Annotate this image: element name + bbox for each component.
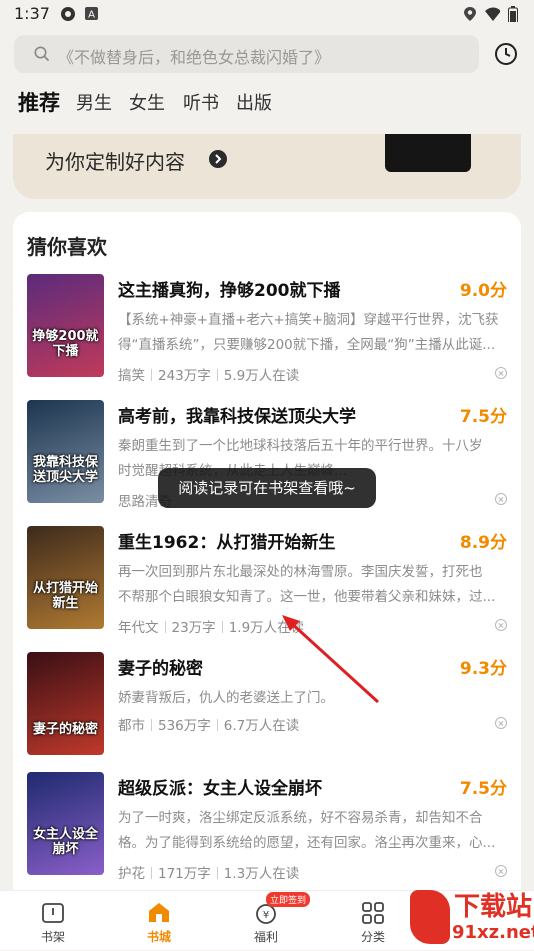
watermark: 下载站 91xz.net <box>408 884 534 950</box>
desc-line: 秦朗重生到了一个比地球科技落后五十年的平行世界。十八岁 <box>118 438 483 454</box>
cover-title: 我靠科技保送顶尖大学 <box>32 455 98 485</box>
a-icon: A <box>85 7 98 21</box>
tab-publish[interactable]: 出版 <box>236 89 272 115</box>
app-icon <box>61 7 75 21</box>
book-words: 171万字 <box>158 866 211 882</box>
book-genre: 护花 <box>118 866 145 882</box>
book-readers: 6.7万人在读 <box>223 718 300 734</box>
book-words: 243万字 <box>158 368 211 384</box>
battery-icon <box>508 6 518 22</box>
desc-line: 再一次回到那片东北最深处的林海雪原。李国庆发誓，打死也 <box>118 564 483 580</box>
desc-line: 格。为了能得到系统给的愿望，还有回家。洛尘再次重来，心... <box>118 835 496 851</box>
book-meta: 都市 536万字 6.7万人在读 <box>118 714 299 734</box>
book-score: 9.3分 <box>459 659 507 679</box>
book-meta: 护花 171万字 1.3万人在读 <box>118 862 299 882</box>
tab-male[interactable]: 男生 <box>76 89 112 115</box>
nav-label: 福利 <box>253 930 278 944</box>
nav-label: 分类 <box>360 930 385 944</box>
wifi-icon <box>485 7 500 21</box>
book-readers: 1.3万人在读 <box>223 866 300 882</box>
nav-label: 书架 <box>40 930 65 944</box>
svg-text:A: A <box>88 10 95 21</box>
annotation-arrow-icon <box>282 615 380 704</box>
nav-bookshelf[interactable]: 书架 <box>13 891 93 951</box>
book-meta: 搞笑 243万字 5.9万人在读 <box>118 364 299 384</box>
book-words: 536万字 <box>158 718 211 734</box>
watermark-logo-icon <box>410 890 450 944</box>
search-placeholder: 《不做替身后，和绝色女总裁闪婚了》 <box>58 48 331 67</box>
book-title[interactable]: 这主播真狗，挣够200就下播 <box>118 276 341 301</box>
cover-title: 从打猎开始新生 <box>32 581 98 611</box>
status-time: 1:37 <box>14 4 50 23</box>
book-genre: 搞笑 <box>118 368 145 384</box>
book-description: 【系统+神豪+直播+老六+搞笑+脑洞】穿越平行世界，沈飞获 得“直播系统”，只要… <box>118 308 508 358</box>
history-clock-icon[interactable] <box>494 42 518 66</box>
desc-line: 不帮那个白眼狼女知青了。这一世，他要带着父亲和妹妹，过... <box>118 589 496 605</box>
nav-label: 书城 <box>146 930 171 944</box>
book-title[interactable]: 超级反派：女主人设全崩坏 <box>118 774 322 799</box>
toast-message: 阅读记录可在书架查看哦~ <box>158 468 376 508</box>
book-description: 再一次回到那片东北最深处的林海雪原。李国庆发誓，打死也 不帮那个白眼狼女知青了。… <box>118 560 508 610</box>
desc-line: 【系统+神豪+直播+老六+搞笑+脑洞】穿越平行世界，沈飞获 <box>118 312 499 328</box>
book-score: 7.5分 <box>459 779 507 799</box>
book-readers: 5.9万人在读 <box>223 368 300 384</box>
book-cover[interactable]: 挣够200就下播 <box>27 274 104 377</box>
book-cover[interactable]: 我靠科技保送顶尖大学 <box>27 400 104 503</box>
nav-bookstore[interactable]: 书城 <box>119 891 199 951</box>
dismiss-icon[interactable] <box>495 865 507 877</box>
tab-recommend[interactable]: 推荐 <box>18 87 60 117</box>
book-score: 7.5分 <box>459 407 507 427</box>
book-score: 8.9分 <box>459 533 507 553</box>
dismiss-icon[interactable] <box>495 717 507 729</box>
guess-you-like-section: 猜你喜欢 挣够200就下播 这主播真狗，挣够200就下播 9.0分 【系统+神豪… <box>13 212 521 902</box>
desc-line: 为了一时爽，洛尘绑定反派系统，好不容易杀青，却告知不合 <box>118 810 483 826</box>
book-title[interactable]: 妻子的秘密 <box>118 654 203 679</box>
bookshelf-icon <box>42 903 64 923</box>
search-bar[interactable]: 《不做替身后，和绝色女总裁闪婚了》 <box>14 35 479 73</box>
dismiss-icon[interactable] <box>495 493 507 505</box>
nav-category[interactable]: 分类 <box>333 891 413 951</box>
watermark-title: 下载站 <box>454 892 533 922</box>
arrow-right-icon <box>209 150 227 168</box>
section-title: 猜你喜欢 <box>27 235 107 259</box>
personalized-banner[interactable]: 为你定制好内容 <box>13 134 521 199</box>
book-description: 为了一时爽，洛尘绑定反派系统，好不容易杀青，却告知不合 格。为了能得到系统给的愿… <box>118 806 508 856</box>
book-cover[interactable]: 女主人设全崩坏 <box>27 772 104 875</box>
cover-title: 女主人设全崩坏 <box>32 827 98 857</box>
banner-text: 为你定制好内容 <box>45 150 185 174</box>
desc-line: 得“直播系统”，只要赚够200就下播，全网最“狗”主播从此诞... <box>118 337 496 353</box>
category-icon <box>362 902 384 924</box>
cover-title: 妻子的秘密 <box>32 722 98 737</box>
book-genre: 年代文 <box>118 620 159 636</box>
checkin-badge[interactable]: 立即签到 <box>266 892 311 907</box>
book-title[interactable]: 高考前，我靠科技保送顶尖大学 <box>118 402 356 427</box>
book-genre: 都市 <box>118 718 145 734</box>
dismiss-icon[interactable] <box>495 367 507 379</box>
book-item[interactable]: 挣够200就下播 这主播真狗，挣够200就下播 9.0分 【系统+神豪+直播+老… <box>13 274 521 386</box>
nav-welfare[interactable]: ¥ 立即签到 福利 <box>226 891 311 951</box>
book-title[interactable]: 重生1962：从打猎开始新生 <box>118 528 335 553</box>
svg-text:¥: ¥ <box>263 910 269 921</box>
book-score: 9.0分 <box>459 281 507 301</box>
status-bar: 1:37 A <box>0 0 534 28</box>
book-illustration <box>385 134 471 172</box>
book-meta: 年代文 23万字 1.9万人在读 <box>118 616 304 636</box>
book-cover[interactable]: 妻子的秘密 <box>27 652 104 755</box>
tab-audiobook[interactable]: 听书 <box>183 89 219 115</box>
book-item[interactable]: 从打猎开始新生 重生1962：从打猎开始新生 8.9分 再一次回到那片东北最深处… <box>13 526 521 638</box>
book-cover[interactable]: 从打猎开始新生 <box>27 526 104 629</box>
dismiss-icon[interactable] <box>495 619 507 631</box>
watermark-url: 91xz.net <box>452 922 534 943</box>
book-item[interactable]: 女主人设全崩坏 超级反派：女主人设全崩坏 7.5分 为了一时爽，洛尘绑定反派系统… <box>13 772 521 884</box>
search-icon <box>34 46 50 62</box>
book-item[interactable]: 妻子的秘密 妻子的秘密 9.3分 娇妻背叛后，仇人的老婆送上了门。 都市 536万… <box>13 652 521 764</box>
cover-title: 挣够200就下播 <box>32 329 99 359</box>
tab-female[interactable]: 女生 <box>129 89 165 115</box>
book-words: 23万字 <box>171 620 216 636</box>
bookstore-icon <box>149 903 169 922</box>
location-icon <box>464 7 476 21</box>
